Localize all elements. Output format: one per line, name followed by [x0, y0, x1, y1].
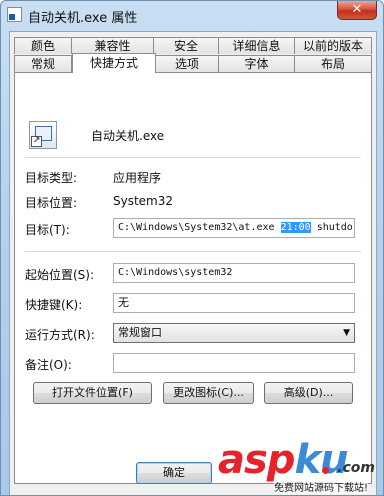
- comment-field[interactable]: [113, 353, 355, 373]
- advanced-button[interactable]: 高级(D)...: [264, 382, 353, 404]
- target-selected-text: 21:00: [280, 222, 311, 233]
- open-file-location-button[interactable]: 打开文件位置(F): [33, 382, 152, 404]
- tab-layout[interactable]: 布局: [295, 55, 372, 72]
- tab-row-top: 颜色 兼容性 安全 详细信息 以前的版本: [14, 37, 372, 54]
- tab-details[interactable]: 详细信息: [219, 37, 295, 54]
- hotkey-label: 快捷键(K):: [25, 298, 83, 312]
- run-dropdown-value: 常规窗口: [118, 326, 162, 339]
- window-title: 自动关机.exe 属性: [28, 11, 138, 26]
- shortcut-file-icon: ↗: [29, 121, 57, 149]
- start-in-field[interactable]: C:\Windows\system32: [113, 263, 355, 283]
- change-icon-button[interactable]: 更改图标(C)...: [163, 382, 254, 404]
- app-icon: [7, 7, 22, 22]
- tab-options[interactable]: 选项: [156, 55, 219, 72]
- target-field[interactable]: C:\Windows\System32\at.exe 21:00 shutdo: [113, 218, 355, 238]
- close-button[interactable]: ✕: [337, 1, 377, 20]
- tab-general[interactable]: 常规: [14, 55, 72, 72]
- separator: [25, 251, 361, 252]
- run-label: 运行方式(R):: [25, 328, 95, 342]
- dialog-client: 颜色 兼容性 安全 详细信息 以前的版本 常规 快捷方式 选项 字体 布局 ↗ …: [9, 31, 377, 495]
- chevron-down-icon: ▼: [343, 328, 350, 338]
- hotkey-field[interactable]: 无: [113, 293, 355, 313]
- tab-previous-versions[interactable]: 以前的版本: [295, 37, 372, 54]
- tab-compatibility[interactable]: 兼容性: [72, 37, 154, 54]
- tab-colors[interactable]: 颜色: [14, 37, 72, 54]
- tab-font[interactable]: 字体: [219, 55, 295, 72]
- properties-window: 自动关机.exe 属性 ✕ 颜色 兼容性 安全 详细信息 以前的版本 常规 快捷…: [0, 0, 384, 496]
- shortcut-panel: ↗ 自动关机.exe 目标类型: 应用程序 目标位置: System32 目标(…: [14, 72, 372, 484]
- title-bar[interactable]: 自动关机.exe 属性 ✕: [1, 1, 383, 31]
- target-text-rest: shutdo: [310, 222, 353, 233]
- ok-button[interactable]: 确定: [136, 462, 212, 484]
- start-in-label: 起始位置(S):: [25, 268, 95, 282]
- run-dropdown[interactable]: 常规窗口 ▼: [113, 323, 355, 343]
- comment-label: 备注(O):: [25, 358, 72, 372]
- tab-row-bottom: 常规 快捷方式 选项 字体 布局: [14, 53, 372, 73]
- shortcut-name: 自动关机.exe: [91, 129, 165, 143]
- tab-shortcut[interactable]: 快捷方式: [72, 53, 156, 73]
- target-type-label: 目标类型:: [25, 171, 78, 185]
- target-location-label: 目标位置:: [25, 196, 78, 210]
- target-text: C:\Windows\System32\at.exe: [118, 222, 281, 233]
- target-label: 目标(T):: [25, 223, 70, 237]
- target-type-value: 应用程序: [113, 171, 162, 185]
- target-location-value: System32: [113, 194, 174, 208]
- separator: [25, 157, 361, 158]
- tab-security[interactable]: 安全: [154, 37, 219, 54]
